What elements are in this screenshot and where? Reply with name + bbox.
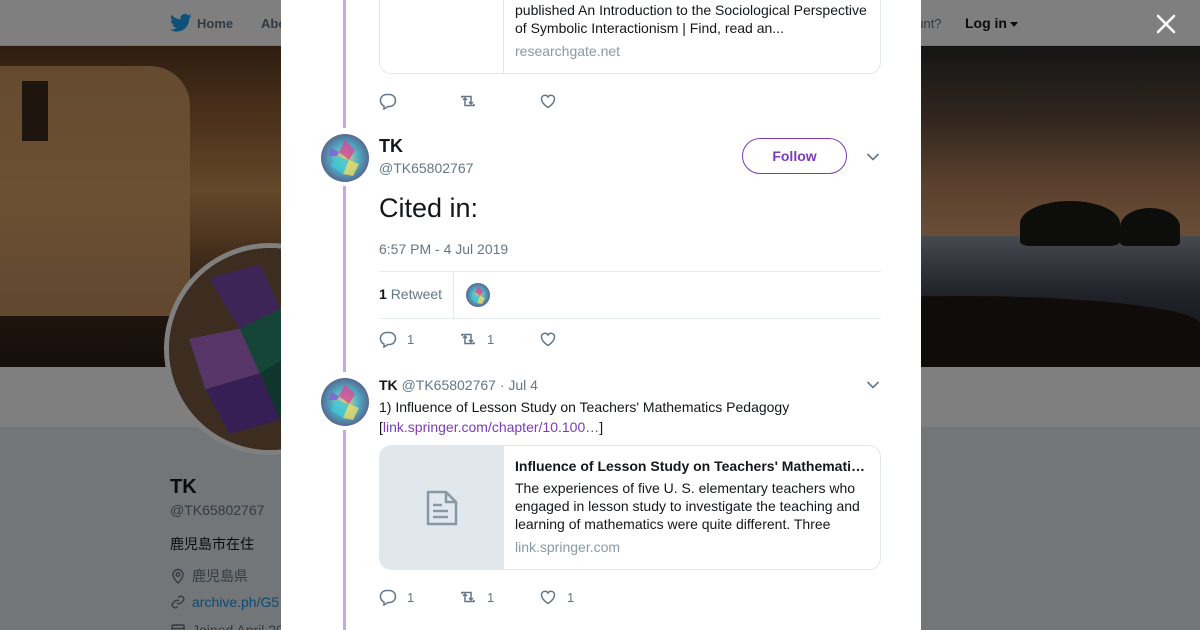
reply-icon [379, 589, 397, 606]
tweet-text-suffix: ] [599, 419, 604, 435]
link-card[interactable]: published An Introduction to the Sociolo… [379, 0, 881, 74]
card-thumbnail [380, 446, 504, 569]
retweet-action[interactable]: 1 [459, 588, 539, 606]
tweet-author-handle[interactable]: @TK65802767 [402, 377, 496, 393]
tweet-avatar[interactable] [321, 134, 369, 182]
holographic-avatar-image [466, 283, 490, 307]
reply-icon [379, 331, 397, 348]
thread-line [343, 430, 346, 630]
stats-divider [453, 272, 454, 318]
tweet-author-handle[interactable]: @TK65802767 [379, 160, 473, 176]
retweet-icon [461, 333, 475, 345]
tweet-actions: 1 1 1 [379, 588, 619, 606]
reply-count: 1 [407, 331, 415, 347]
retweet-stat[interactable]: 1 Retweet [379, 286, 442, 302]
heart-icon [540, 332, 556, 347]
tweet-text: Cited in: [379, 193, 479, 223]
tweet-avatar[interactable] [321, 378, 369, 426]
document-icon [426, 490, 457, 525]
tweet-timestamp[interactable]: 6:57 PM - 4 Jul 2019 [379, 241, 508, 257]
retweeter-avatar[interactable] [466, 283, 490, 307]
card-domain: link.springer.com [515, 539, 621, 555]
card-thumbnail [380, 0, 504, 73]
reply-icon [379, 93, 397, 110]
tweet-modal: published An Introduction to the Sociolo… [281, 0, 921, 630]
like-count: 1 [567, 589, 575, 605]
like-action[interactable] [539, 92, 619, 110]
retweet-action[interactable] [459, 92, 539, 110]
retweet-stat-label: Retweet [390, 286, 443, 302]
reply-action[interactable]: 1 [379, 330, 459, 348]
card-description: published An Introduction to the Sociolo… [515, 2, 867, 36]
reply-count: 1 [407, 589, 415, 605]
retweet-icon [461, 591, 475, 603]
reply-action[interactable]: 1 [379, 588, 459, 606]
heart-icon [540, 94, 556, 109]
tweet-header: TK @TK65802767 · Jul 4 [379, 377, 538, 393]
tweet-date[interactable]: · Jul 4 [500, 377, 538, 393]
link-card[interactable]: Influence of Lesson Study on Teachers' M… [379, 445, 881, 570]
retweet-count: 1 [487, 589, 495, 605]
retweet-action[interactable]: 1 [459, 330, 539, 348]
tweet-author-name[interactable]: TK [379, 377, 398, 393]
tweet-link[interactable]: link.springer.com/chapter/10.100… [383, 419, 599, 435]
heart-icon [540, 590, 556, 605]
tweet-stats: 1 Retweet [379, 271, 881, 319]
card-description: The experiences of five U. S. elementary… [515, 480, 860, 532]
tweet-author-name[interactable]: TK [379, 136, 403, 157]
close-icon[interactable] [1152, 10, 1180, 38]
tweet-actions [379, 92, 619, 110]
thread-line [343, 186, 346, 372]
like-action[interactable]: 1 [539, 588, 619, 606]
thread-line [343, 0, 346, 128]
card-domain: researchgate.net [515, 43, 621, 59]
like-action[interactable] [539, 330, 619, 348]
retweet-icon [461, 95, 475, 107]
card-body: Influence of Lesson Study on Teachers' M… [515, 446, 868, 569]
tweet-actions: 1 1 [379, 330, 619, 348]
card-body: published An Introduction to the Sociolo… [515, 0, 868, 73]
card-title: Influence of Lesson Study on Teachers' M… [515, 458, 868, 474]
chevron-down-icon[interactable] [866, 380, 880, 390]
reply-action[interactable] [379, 92, 459, 110]
chevron-down-icon[interactable] [866, 152, 880, 162]
tweet-text: 1) Influence of Lesson Study on Teachers… [379, 397, 859, 437]
holographic-avatar-image [321, 378, 369, 426]
retweet-count: 1 [487, 331, 495, 347]
retweet-stat-count: 1 [379, 286, 387, 302]
holographic-avatar-image [321, 134, 369, 182]
follow-button[interactable]: Follow [742, 138, 847, 174]
